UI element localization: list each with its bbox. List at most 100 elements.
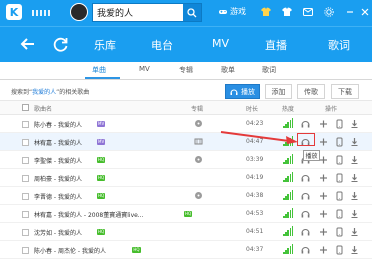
play-headphones-icon[interactable]	[301, 119, 310, 129]
play-headphones-icon[interactable]	[301, 191, 310, 201]
nav-item-radio[interactable]: 电台	[151, 37, 173, 53]
add-plus-icon[interactable]	[319, 245, 328, 255]
skin-button[interactable]	[259, 5, 273, 19]
mv-film-icon[interactable]	[194, 137, 203, 146]
download-icon[interactable]	[350, 191, 359, 201]
upload-button[interactable]: 传歌	[297, 84, 325, 99]
header-duration: 时长	[246, 106, 259, 113]
song-row-checkbox[interactable]	[22, 193, 29, 200]
close-button[interactable]	[360, 5, 370, 19]
heat-bars-icon	[283, 172, 294, 182]
play-headphones-icon[interactable]	[301, 245, 310, 255]
active-tab-indicator	[85, 77, 120, 79]
song-row[interactable]: 沈芳如 - 我爱的人 HQ 04:51	[0, 223, 372, 241]
play-headphones-icon[interactable]	[301, 173, 310, 183]
add-plus-icon[interactable]	[319, 155, 328, 165]
quality-badge: HQ	[184, 211, 193, 217]
song-duration: 04:53	[246, 210, 264, 217]
quality-badge: HQ	[97, 229, 106, 235]
play-all-button[interactable]: 播放	[225, 84, 260, 99]
search-button[interactable]	[183, 4, 201, 21]
album-disc-icon[interactable]	[194, 191, 203, 200]
song-title[interactable]: 李晋德 - 我爱的人	[34, 192, 82, 201]
song-row[interactable]: 李晋德 - 我爱的人 HQ 04:38	[0, 187, 372, 205]
add-plus-icon[interactable]	[319, 191, 328, 201]
minimize-icon	[347, 11, 353, 13]
song-title[interactable]: 周柏豪 - 我爱的人	[34, 174, 82, 183]
tab-mv[interactable]: MV	[139, 65, 150, 73]
download-icon[interactable]	[350, 119, 359, 129]
add-plus-icon[interactable]	[319, 227, 328, 237]
nav-item-live[interactable]: 直播	[265, 37, 287, 53]
refresh-icon[interactable]	[52, 35, 70, 53]
add-plus-icon[interactable]	[319, 137, 328, 147]
select-all-checkbox[interactable]	[22, 104, 29, 111]
quality-badge: HQ	[97, 193, 106, 199]
game-controller-icon	[219, 9, 227, 14]
add-plus-icon[interactable]	[319, 173, 328, 183]
download-icon[interactable]	[350, 227, 359, 237]
download-icon[interactable]	[350, 155, 359, 165]
search-icon	[187, 7, 197, 17]
menu-dots-icon[interactable]	[32, 10, 52, 16]
song-row-checkbox[interactable]	[22, 175, 29, 182]
phone-transfer-icon[interactable]	[335, 209, 344, 219]
nav-item-mv[interactable]: MV	[212, 37, 229, 50]
play-headphones-icon[interactable]	[301, 227, 310, 237]
phone-transfer-icon[interactable]	[335, 137, 344, 147]
game-label: 游戏	[230, 7, 246, 16]
quality-badge: HQ	[132, 247, 141, 253]
download-icon[interactable]	[350, 173, 359, 183]
song-row[interactable]: 林宥嘉 - 我爱的人 MV 04:47	[0, 133, 372, 151]
download-icon[interactable]	[350, 245, 359, 255]
mail-button[interactable]	[301, 5, 315, 19]
song-row-checkbox[interactable]	[22, 211, 29, 218]
phone-transfer-icon[interactable]	[335, 173, 344, 183]
back-arrow-icon[interactable]	[19, 35, 37, 53]
settings-button[interactable]	[322, 5, 336, 19]
game-entry[interactable]: 游戏	[218, 6, 246, 17]
phone-transfer-icon[interactable]	[335, 119, 344, 129]
song-row-checkbox[interactable]	[22, 229, 29, 236]
nav-item-lyrics[interactable]: 歌词	[328, 37, 350, 53]
tab-lyrics[interactable]: 歌词	[262, 65, 276, 75]
song-row-checkbox[interactable]	[22, 247, 29, 254]
song-row[interactable]: 陈小春 - 周杰伦 - 我爱的人 HQ 04:37	[0, 241, 372, 259]
song-title[interactable]: 李聖傑 - 我爱的人	[34, 156, 82, 165]
play-headphones-icon[interactable]	[301, 209, 310, 219]
song-row[interactable]: 周柏豪 - 我爱的人 HQ 04:19	[0, 169, 372, 187]
user-avatar[interactable]	[70, 3, 88, 21]
song-title[interactable]: 林宥嘉 - 我爱的人 - 2008董寶通寶live...	[34, 210, 144, 219]
add-plus-icon[interactable]	[319, 119, 328, 129]
quality-badge: HQ	[97, 157, 106, 163]
search-box[interactable]: 我爱的人	[92, 3, 202, 22]
phone-transfer-icon[interactable]	[335, 227, 344, 237]
download-icon[interactable]	[350, 209, 359, 219]
album-disc-icon[interactable]	[194, 155, 203, 164]
song-title[interactable]: 沈芳如 - 我爱的人	[34, 228, 82, 237]
minimize-button[interactable]	[343, 5, 357, 19]
song-row[interactable]: 陈小春 - 我爱的人 MV 04:23	[0, 115, 372, 133]
song-row-checkbox[interactable]	[22, 139, 29, 146]
theme-button[interactable]	[280, 5, 294, 19]
header-heat: 热度	[282, 106, 295, 113]
tab-albums[interactable]: 专辑	[179, 65, 193, 75]
nav-item-library[interactable]: 乐库	[94, 37, 116, 53]
song-row-checkbox[interactable]	[22, 121, 29, 128]
song-title[interactable]: 林宥嘉 - 我爱的人	[34, 138, 82, 147]
phone-transfer-icon[interactable]	[335, 191, 344, 201]
song-title[interactable]: 陈小春 - 我爱的人	[34, 120, 82, 129]
song-row[interactable]: 林宥嘉 - 我爱的人 - 2008董寶通寶live... HQ 04:53	[0, 205, 372, 223]
download-icon[interactable]	[350, 137, 359, 147]
add-plus-icon[interactable]	[319, 209, 328, 219]
tab-songs[interactable]: 单曲	[92, 65, 106, 75]
add-button[interactable]: 添加	[265, 84, 292, 99]
song-title[interactable]: 陈小春 - 周杰伦 - 我爱的人	[34, 246, 106, 255]
download-button[interactable]: 下载	[331, 84, 359, 99]
phone-transfer-icon[interactable]	[335, 245, 344, 255]
album-disc-icon[interactable]	[194, 119, 203, 128]
song-row-checkbox[interactable]	[22, 157, 29, 164]
search-input[interactable]: 我爱的人	[97, 6, 133, 19]
tab-playlists[interactable]: 歌单	[221, 65, 235, 75]
phone-transfer-icon[interactable]	[335, 155, 344, 165]
